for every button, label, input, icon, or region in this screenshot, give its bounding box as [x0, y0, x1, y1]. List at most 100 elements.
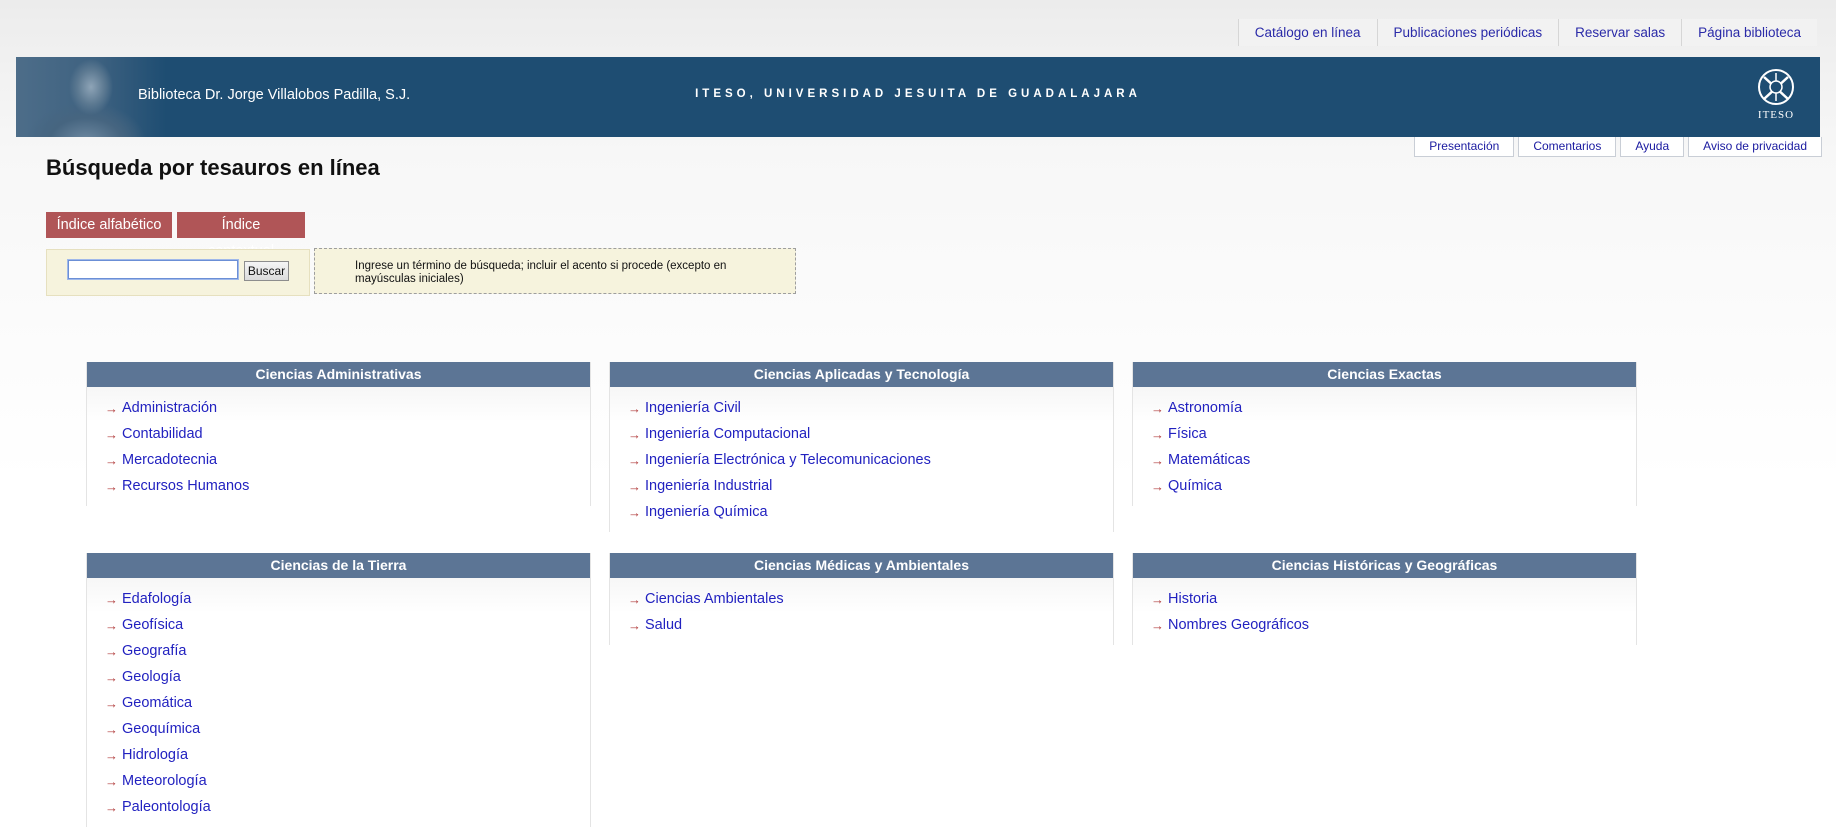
logo-text: ITESO	[1757, 109, 1795, 121]
alphabetic-index-button[interactable]: Índice alfabético	[46, 212, 172, 238]
list-item: → Astronomía	[1133, 400, 1636, 426]
list-item: → Ingeniería Civil	[610, 400, 1113, 426]
list-item: → Geofísica	[87, 617, 590, 643]
category-link[interactable]: Geomática	[122, 695, 192, 711]
university-name: ITESO, UNIVERSIDAD JESUITA DE GUADALAJAR…	[695, 88, 1141, 100]
category-title: Ciencias de la Tierra	[87, 553, 590, 578]
subnav-aviso-privacidad[interactable]: Aviso de privacidad	[1688, 137, 1822, 157]
list-item: → Matemáticas	[1133, 452, 1636, 478]
list-item: → Geografía	[87, 643, 590, 669]
secondary-navigation: Presentación Comentarios Ayuda Aviso de …	[1414, 137, 1822, 157]
list-item: → Geomática	[87, 695, 590, 721]
iteso-logo-icon[interactable]: ITESO	[1752, 67, 1800, 129]
category-title: Ciencias Aplicadas y Tecnología	[610, 362, 1113, 387]
search-help-text: Ingrese un término de búsqueda; incluir …	[355, 260, 727, 285]
category-link[interactable]: Astronomía	[1168, 400, 1242, 416]
search-input[interactable]	[67, 259, 239, 280]
arrow-right-icon: →	[105, 427, 118, 442]
top-link-reservar-salas[interactable]: Reservar salas	[1558, 19, 1682, 46]
list-item: → Geología	[87, 669, 590, 695]
page-title: Búsqueda por tesauros en línea	[46, 155, 380, 180]
category-link[interactable]: Mercadotecnia	[122, 452, 217, 468]
list-item: → Geoquímica	[87, 721, 590, 747]
category-link[interactable]: Ingeniería Civil	[645, 400, 741, 416]
category-link[interactable]: Geofísica	[122, 617, 183, 633]
logo-emblem-icon	[1758, 69, 1794, 105]
category-link[interactable]: Ingeniería Electrónica y Telecomunicacio…	[645, 452, 931, 468]
arrow-right-icon: →	[105, 453, 118, 468]
arrow-right-icon: →	[628, 618, 641, 633]
search-button[interactable]: Buscar	[244, 261, 289, 281]
category-link[interactable]: Geografía	[122, 643, 187, 659]
top-link-catalogo[interactable]: Catálogo en línea	[1237, 19, 1377, 46]
category-link[interactable]: Contabilidad	[122, 426, 203, 442]
category-link[interactable]: Ingeniería Química	[645, 504, 768, 520]
arrow-right-icon: →	[1151, 453, 1164, 468]
list-item: → Química	[1133, 478, 1636, 504]
list-item: → Ciencias Ambientales	[610, 591, 1113, 617]
category-link[interactable]: Recursos Humanos	[122, 478, 249, 494]
list-item: → Ingeniería Industrial	[610, 478, 1113, 504]
list-item: → Nombres Geográficos	[1133, 617, 1636, 643]
category-link[interactable]: Nombres Geográficos	[1168, 617, 1309, 633]
arrow-right-icon: →	[628, 453, 641, 468]
arrow-right-icon: →	[628, 427, 641, 442]
category-link[interactable]: Hidrología	[122, 747, 188, 763]
arrow-right-icon: →	[105, 774, 118, 789]
category-link[interactable]: Ingeniería Industrial	[645, 478, 772, 494]
list-item: → Edafología	[87, 591, 590, 617]
category-link[interactable]: Física	[1168, 426, 1207, 442]
arrow-right-icon: →	[105, 401, 118, 416]
category-panel-historicas: Ciencias Históricas y Geográficas → Histo…	[1132, 553, 1637, 645]
arrow-right-icon: →	[628, 592, 641, 607]
category-title: Ciencias Exactas	[1133, 362, 1636, 387]
list-item: → Ingeniería Química	[610, 504, 1113, 530]
list-item: → Ingeniería Electrónica y Telecomunicaci…	[610, 452, 1113, 478]
subnav-presentacion[interactable]: Presentación	[1414, 137, 1515, 157]
category-link[interactable]: Geología	[122, 669, 181, 685]
category-link[interactable]: Paleontología	[122, 799, 211, 815]
category-link[interactable]: Matemáticas	[1168, 452, 1250, 468]
list-item: → Hidrología	[87, 747, 590, 773]
arrow-right-icon: →	[628, 479, 641, 494]
category-link[interactable]: Química	[1168, 478, 1222, 494]
arrow-right-icon: →	[105, 722, 118, 737]
arrow-right-icon: →	[105, 618, 118, 633]
arrow-right-icon: →	[1151, 618, 1164, 633]
category-link[interactable]: Administración	[122, 400, 217, 416]
arrow-right-icon: →	[105, 670, 118, 685]
arrow-right-icon: →	[105, 800, 118, 815]
contextual-index-button[interactable]: Índice contextual	[177, 212, 305, 259]
category-link[interactable]: Geoquímica	[122, 721, 200, 737]
arrow-right-icon: →	[105, 696, 118, 711]
category-link[interactable]: Historia	[1168, 591, 1217, 607]
list-item: → Paleontología	[87, 799, 590, 825]
category-link[interactable]: Ciencias Ambientales	[645, 591, 784, 607]
top-link-publicaciones[interactable]: Publicaciones periódicas	[1376, 19, 1559, 46]
arrow-right-icon: →	[105, 592, 118, 607]
search-form: Buscar	[46, 249, 310, 296]
arrow-right-icon: →	[1151, 427, 1164, 442]
list-item: → Salud	[610, 617, 1113, 643]
subnav-ayuda[interactable]: Ayuda	[1620, 137, 1685, 157]
list-item: → Administración	[87, 400, 590, 426]
arrow-right-icon: →	[628, 401, 641, 416]
list-item: → Mercadotecnia	[87, 452, 590, 478]
category-link[interactable]: Salud	[645, 617, 682, 633]
arrow-right-icon: →	[628, 505, 641, 520]
list-item: → Contabilidad	[87, 426, 590, 452]
subnav-comentarios[interactable]: Comentarios	[1518, 137, 1617, 157]
arrow-right-icon: →	[105, 644, 118, 659]
category-link[interactable]: Meteorología	[122, 773, 207, 789]
header-banner: Biblioteca Dr. Jorge Villalobos Padilla,…	[16, 57, 1820, 137]
category-link[interactable]: Edafología	[122, 591, 191, 607]
top-navigation: Catálogo en línea Publicaciones periódic…	[1237, 19, 1817, 46]
top-link-pagina-biblioteca[interactable]: Página biblioteca	[1681, 19, 1817, 46]
arrow-right-icon: →	[105, 479, 118, 494]
search-help-box: Ingrese un término de búsqueda; incluir …	[314, 248, 796, 294]
category-title: Ciencias Históricas y Geográficas	[1133, 553, 1636, 578]
category-panel-administrativas: Ciencias Administrativas → Administración…	[86, 362, 591, 506]
list-item: → Física	[1133, 426, 1636, 452]
category-title: Ciencias Administrativas	[87, 362, 590, 387]
category-link[interactable]: Ingeniería Computacional	[645, 426, 810, 442]
